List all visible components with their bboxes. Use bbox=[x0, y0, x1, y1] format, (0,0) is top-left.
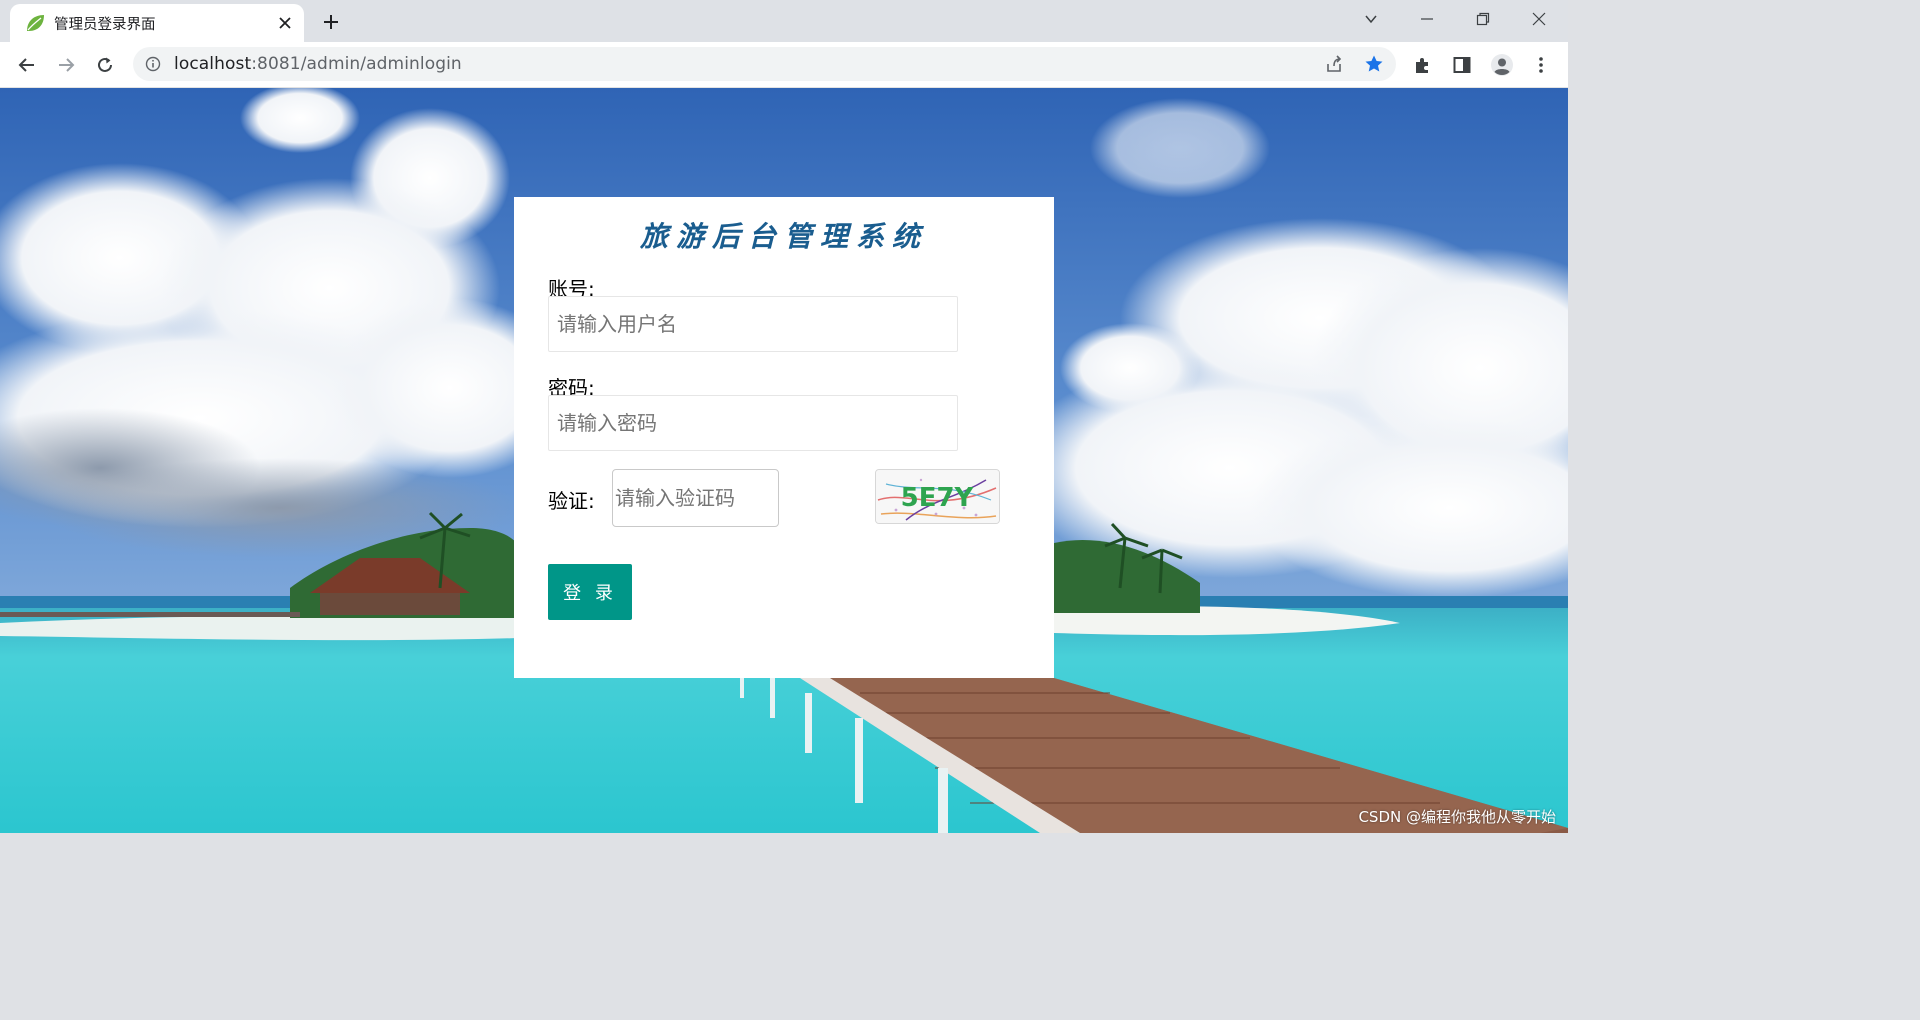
extensions-icon[interactable] bbox=[1406, 48, 1440, 82]
csdn-watermark: CSDN @编程你我他从零开始 bbox=[1358, 808, 1556, 826]
login-card: 旅游后台管理系统 账号: 密码: 验证: 5E7Y 登 录 bbox=[514, 197, 1054, 678]
spring-leaf-icon bbox=[27, 15, 44, 31]
restore-icon[interactable] bbox=[1467, 4, 1499, 34]
captcha-text: 5E7Y bbox=[901, 483, 975, 513]
menu-icon[interactable] bbox=[1524, 48, 1558, 82]
new-tab-icon[interactable] bbox=[316, 7, 346, 37]
reload-icon[interactable] bbox=[88, 48, 122, 82]
page-viewport: 旅游后台管理系统 账号: 密码: 验证: 5E7Y 登 录 CSDN @编程你我… bbox=[0, 88, 1568, 833]
captcha-input[interactable] bbox=[612, 469, 779, 527]
site-info-icon[interactable] bbox=[143, 54, 163, 74]
forward-icon[interactable] bbox=[49, 48, 83, 82]
browser-toolbar: localhost:8081/admin/adminlogin bbox=[0, 42, 1568, 88]
captcha-image[interactable]: 5E7Y bbox=[875, 469, 1000, 524]
tab-search-icon[interactable] bbox=[1355, 4, 1387, 34]
system-title: 旅游后台管理系统 bbox=[639, 220, 928, 253]
url-host: localhost bbox=[174, 54, 252, 74]
captcha-label: 验证: bbox=[548, 489, 595, 513]
browser-tab[interactable]: 管理员登录界面 bbox=[10, 4, 304, 42]
address-bar[interactable]: localhost:8081/admin/adminlogin bbox=[133, 47, 1396, 81]
url-path: :8081/admin/adminlogin bbox=[251, 54, 462, 74]
profile-icon[interactable] bbox=[1485, 48, 1519, 82]
tab-close-icon[interactable] bbox=[272, 10, 298, 36]
back-icon[interactable] bbox=[10, 48, 44, 82]
side-panel-icon[interactable] bbox=[1445, 48, 1479, 82]
bookmark-star-icon[interactable] bbox=[1357, 47, 1391, 81]
url-text: localhost:8081/admin/adminlogin bbox=[174, 54, 462, 74]
username-input[interactable] bbox=[548, 296, 958, 352]
share-icon[interactable] bbox=[1317, 47, 1351, 81]
tab-title: 管理员登录界面 bbox=[54, 17, 156, 33]
password-input[interactable] bbox=[548, 395, 958, 451]
minimize-icon[interactable] bbox=[1411, 4, 1443, 34]
login-button[interactable]: 登 录 bbox=[548, 564, 632, 620]
window-close-icon[interactable] bbox=[1523, 4, 1555, 34]
tab-strip: 管理员登录界面 bbox=[0, 0, 1568, 42]
